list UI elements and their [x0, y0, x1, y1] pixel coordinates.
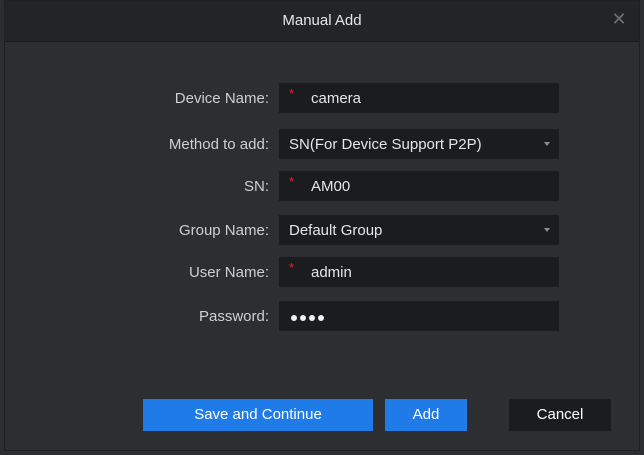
required-mark: * — [289, 260, 295, 275]
sn-label: SN: — [243, 178, 269, 195]
password-dot — [300, 315, 306, 321]
device-name-row: Device Name: * camera — [5, 83, 639, 113]
password-dot — [309, 315, 315, 321]
device-name-field[interactable]: * camera — [279, 83, 559, 113]
method-row: Method to add: SN(For Device Support P2P… — [5, 129, 639, 159]
password-dot — [291, 315, 297, 321]
user-name-field[interactable]: * admin — [279, 257, 559, 287]
chevron-down-icon — [544, 142, 550, 146]
sn-field[interactable]: * AM00 — [279, 171, 559, 201]
group-value: Default Group — [289, 222, 383, 239]
method-label: Method to add: — [168, 136, 269, 153]
sn-row: SN: * AM00 — [5, 171, 639, 201]
password-row: Password: — [5, 301, 639, 331]
user-name-row: User Name: * admin — [5, 257, 639, 287]
password-dot — [318, 315, 324, 321]
password-field[interactable] — [279, 301, 559, 331]
save-and-continue-button[interactable]: Save and Continue — [143, 399, 373, 431]
title-bar: Manual Add ✕ — [5, 1, 639, 42]
add-button[interactable]: Add — [385, 399, 467, 431]
manual-add-dialog: Manual Add ✕ Device Name: * camera Metho… — [4, 0, 640, 451]
password-label: Password: — [198, 308, 269, 325]
device-name-label: Device Name: — [174, 90, 269, 107]
chevron-down-icon — [544, 228, 550, 232]
dialog-title: Manual Add — [282, 12, 362, 29]
user-name-label: User Name: — [188, 264, 269, 281]
required-mark: * — [289, 174, 295, 189]
user-name-value: admin — [311, 264, 352, 281]
sn-value: AM00 — [311, 178, 351, 195]
device-name-value: camera — [311, 90, 362, 107]
group-row: Group Name: Default Group — [5, 215, 639, 245]
password-mask — [291, 315, 324, 321]
method-value: SN(For Device Support P2P) — [289, 136, 482, 153]
group-label: Group Name: — [178, 222, 269, 239]
method-select[interactable]: SN(For Device Support P2P) — [279, 129, 559, 159]
group-select[interactable]: Default Group — [279, 215, 559, 245]
cancel-button[interactable]: Cancel — [509, 399, 611, 431]
close-icon[interactable]: ✕ — [609, 9, 629, 29]
required-mark: * — [289, 86, 295, 101]
